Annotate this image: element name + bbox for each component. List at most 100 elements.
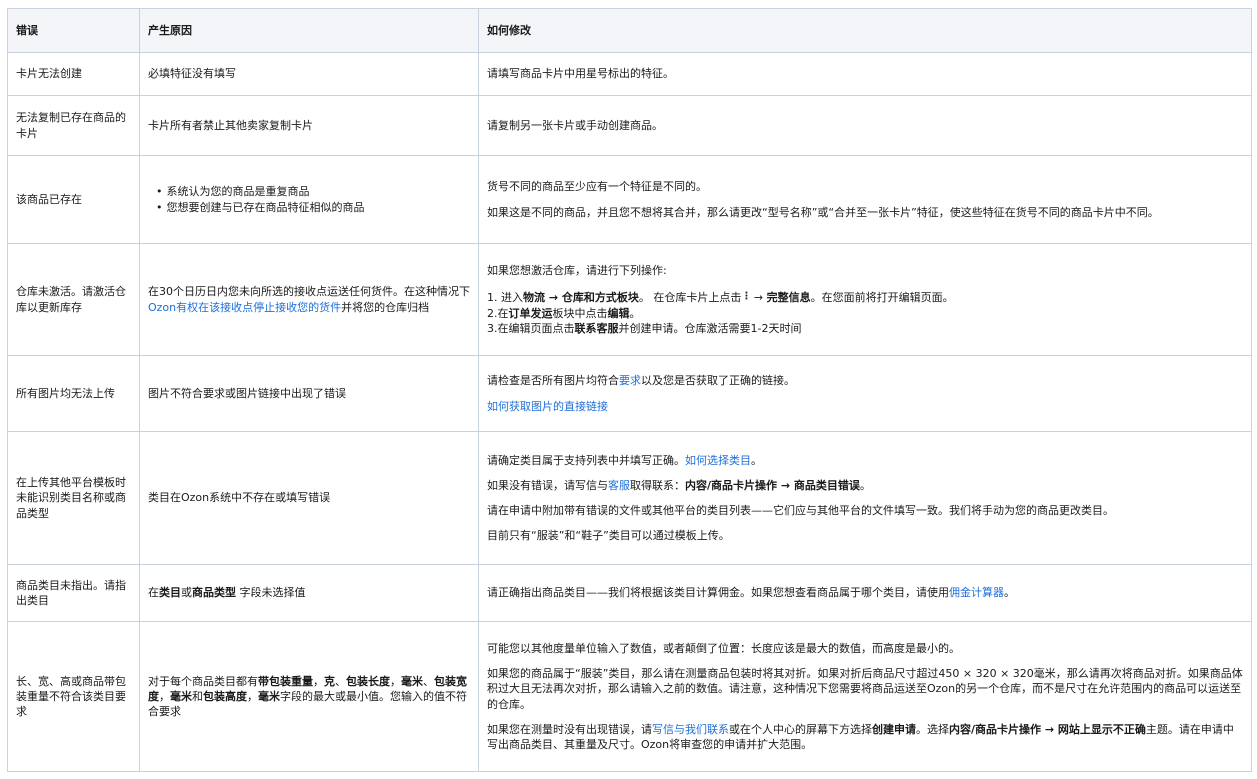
step-text: 。 在仓库卡片上点击	[638, 291, 742, 305]
step-bold: 订单发运	[508, 306, 553, 320]
fix-cell: 请检查是否所有图片均符合要求以及您是否获取了正确的链接。 如何获取图片的直接链接	[478, 355, 1252, 432]
fix-text: 。	[859, 478, 871, 492]
step-bold: 物流 → 仓库和方式板块	[523, 291, 639, 305]
cause-cell: 在30个日历日内您未向所选的接收点运送任何货件。在这种情况下 Ozon有权在该接收…	[139, 243, 479, 356]
cause-text: ，	[247, 689, 258, 703]
header-error: 错误	[7, 8, 140, 53]
table-row: 长、宽、高或商品带包装重量不符合该类目要求 对于每个商品类目都有带包装重量，克、…	[7, 621, 1252, 772]
cause-text: ，	[390, 674, 401, 688]
fix-cell: 请确定类目属于支持列表中并填写正确。如何选择类目。 如果没有错误，请写信与客服取…	[478, 431, 1252, 565]
fix-text: 请检查是否所有图片均符合	[487, 374, 619, 388]
fix-text: 取得联系：	[630, 478, 685, 492]
table-row: 在上传其他平台模板时未能识别类目名称或商品类型 类目在Ozon系统中不存在或填写…	[7, 431, 1252, 565]
errors-table: 错误 产生原因 如何修改 卡片无法创建 必填特征没有填写 请填写商品卡片中用星号…	[7, 8, 1252, 772]
step-text: 1. 进入	[487, 291, 523, 305]
cause-text: ，	[159, 689, 170, 703]
table-row: 商品类目未指出。请指出类目 在类目或商品类型 字段未选择值 请正确指出商品类目—…	[7, 564, 1252, 622]
table-row: 无法复制已存在商品的卡片 卡片所有者禁止其他卖家复制卡片 请复制另一张卡片或手动…	[7, 95, 1252, 156]
error-cell: 商品类目未指出。请指出类目	[7, 564, 140, 622]
cause-text: 字段未选择值	[236, 586, 306, 600]
step-text: 2.在	[487, 306, 509, 320]
cause-bold: 毫米	[258, 689, 280, 703]
support-link[interactable]: 客服	[608, 479, 630, 492]
fix-paragraph: 如果您想激活仓库，请进行下列操作:	[487, 264, 667, 278]
step-text: 板块中点击	[552, 306, 608, 320]
fix-cell: 请正确指出商品类目——我们将根据该类目计算佣金。如果您想查看商品属于哪个类目，请…	[478, 564, 1252, 622]
cause-bold: 类目	[159, 586, 181, 600]
fix-paragraph: 如何获取图片的直接链接	[487, 399, 1243, 414]
fix-text: 。选择	[916, 722, 949, 736]
cause-bold: 毫米	[401, 674, 423, 688]
fix-text: 或在个人中心的屏幕下方选择	[729, 722, 872, 736]
fix-text: 请正确指出商品类目——我们将根据该类目计算佣金。如果您想查看商品属于哪个类目，请…	[487, 586, 949, 600]
cause-bold: 包装高度	[203, 689, 247, 703]
error-cell: 仓库未激活。请激活仓库以更新库存	[7, 243, 140, 356]
step-text: 。	[629, 306, 641, 320]
step-text: 。在您面前将打开编辑页面。	[810, 291, 954, 305]
table-row: 该商品已存在 系统认为您的商品是重复商品 您想要创建与已存在商品特征相似的商品 …	[7, 155, 1252, 244]
fix-paragraph: 如果您在测量时没有出现错误，请写信与我们联系或在个人中心的屏幕下方选择创建申请。…	[487, 722, 1243, 752]
cause-list: 系统认为您的商品是重复商品 您想要创建与已存在商品特征相似的商品	[148, 184, 470, 214]
image-link-help-link[interactable]: 如何获取图片的直接链接	[487, 400, 608, 413]
requirements-link[interactable]: 要求	[619, 374, 641, 387]
step-3: 3.在编辑页面点击联系客服并创建申请。仓库激活需要1-2天时间	[487, 321, 1243, 336]
cause-text: 并将您的仓库归档	[341, 300, 430, 314]
fix-cell: 货号不同的商品至少应有一个特征是不同的。 如果这是不同的商品，并且您不想将其合并…	[478, 155, 1252, 244]
header-cause: 产生原因	[139, 8, 479, 53]
fix-text: 如果您在测量时没有出现错误，请	[487, 722, 652, 736]
cause-cell: 在类目或商品类型 字段未选择值	[139, 564, 479, 622]
table-row: 所有图片均无法上传 图片不符合要求或图片链接中出现了错误 请检查是否所有图片均符…	[7, 355, 1252, 432]
fix-text: 。	[751, 453, 762, 467]
error-cell: 所有图片均无法上传	[7, 355, 140, 432]
cause-cell: 类目在Ozon系统中不存在或填写错误	[139, 431, 479, 565]
cause-text: 或	[181, 586, 192, 600]
fix-paragraph: 请在申请中附加带有错误的文件或其他平台的类目列表——它们应与其他平台的文件填写一…	[487, 504, 1114, 517]
cause-bold: 带包装重量	[258, 674, 313, 688]
cause-text: 和	[192, 689, 203, 703]
fix-cell: 可能您以其他度量单位输入了数值，或者颠倒了位置：长度应该是最大的数值，而高度是最…	[478, 621, 1252, 772]
cause-text: 在30个日历日内您未向所选的接收点运送任何货件。在这种情况下	[148, 285, 470, 299]
header-fix: 如何修改	[478, 8, 1252, 53]
commission-calculator-link[interactable]: 佣金计算器	[949, 586, 1004, 599]
fix-paragraph: 请检查是否所有图片均符合要求以及您是否获取了正确的链接。	[487, 373, 1243, 388]
fix-paragraph: 目前只有“服装”和“鞋子”类目可以通过模板上传。	[487, 529, 730, 543]
cause-cell: 对于每个商品类目都有带包装重量，克、包装长度，毫米、包装宽度，毫米和包装高度，毫…	[139, 621, 479, 772]
fix-bold: 内容/商品卡片操作 → 商品类目错误	[685, 478, 860, 492]
cause-cell: 图片不符合要求或图片链接中出现了错误	[139, 355, 479, 432]
list-item: 您想要创建与已存在商品特征相似的商品	[156, 200, 470, 215]
fix-cell: 如果您想激活仓库，请进行下列操作: 1. 进入物流 → 仓库和方式板块。 在仓库…	[478, 243, 1252, 356]
cause-text: 、	[423, 674, 434, 688]
table-row: 卡片无法创建 必填特征没有填写 请填写商品卡片中用星号标出的特征。	[7, 52, 1252, 96]
step-bold: 编辑	[607, 306, 630, 320]
cause-bold: 毫米	[170, 689, 192, 703]
table-header-row: 错误 产生原因 如何修改	[7, 8, 1252, 53]
fix-bold: 内容/商品卡片操作 → 网站上显示不正确	[949, 722, 1146, 736]
cause-text: 在	[148, 586, 159, 600]
fix-text: 。	[1004, 586, 1015, 600]
fix-paragraph: 如果没有错误，请写信与客服取得联系：内容/商品卡片操作 → 商品类目错误。	[487, 478, 1243, 493]
cause-cell: 系统认为您的商品是重复商品 您想要创建与已存在商品特征相似的商品	[139, 155, 479, 244]
cause-text: 对于每个商品类目都有	[148, 674, 258, 688]
contact-us-link[interactable]: 写信与我们联系	[652, 723, 729, 736]
fix-text: 以及您是否获取了正确的链接。	[641, 374, 795, 388]
fix-text: 请确定类目属于支持列表中并填写正确。	[487, 453, 685, 467]
step-bold: 完整信息	[766, 291, 811, 305]
step-text: 3.在编辑页面点击	[487, 321, 575, 335]
fix-paragraph: 请确定类目属于支持列表中并填写正确。如何选择类目。	[487, 453, 1243, 468]
fix-paragraph: 如果您的商品属于“服装”类目，那么请在测量商品包装时将其对折。如果对折后商品尺寸…	[487, 667, 1243, 711]
step-text: →	[750, 291, 767, 305]
cause-link[interactable]: Ozon有权在该接收点停止接收您的货件	[148, 301, 341, 314]
step-text: 并创建申请。仓库激活需要1-2天时间	[618, 321, 802, 335]
cause-text: ，	[313, 674, 324, 688]
fix-text: 如果没有错误，请写信与	[487, 478, 608, 492]
choose-category-link[interactable]: 如何选择类目	[685, 454, 751, 467]
step-1: 1. 进入物流 → 仓库和方式板块。 在仓库卡片上点击⋮ → 完整信息。在您面前…	[487, 290, 1243, 305]
fix-paragraph: 如果这是不同的商品，并且您不想将其合并，那么请更改“型号名称”或“合并至一张卡片…	[487, 205, 1159, 219]
error-cell: 卡片无法创建	[7, 52, 140, 96]
error-cell: 该商品已存在	[7, 155, 140, 244]
step-bold: 联系客服	[574, 321, 619, 335]
fix-paragraph: 可能您以其他度量单位输入了数值，或者颠倒了位置：长度应该是最大的数值，而高度是最…	[487, 641, 960, 655]
cause-cell: 必填特征没有填写	[139, 52, 479, 96]
cause-bold: 包装长度	[346, 674, 390, 688]
fix-cell: 请填写商品卡片中用星号标出的特征。	[478, 52, 1252, 96]
